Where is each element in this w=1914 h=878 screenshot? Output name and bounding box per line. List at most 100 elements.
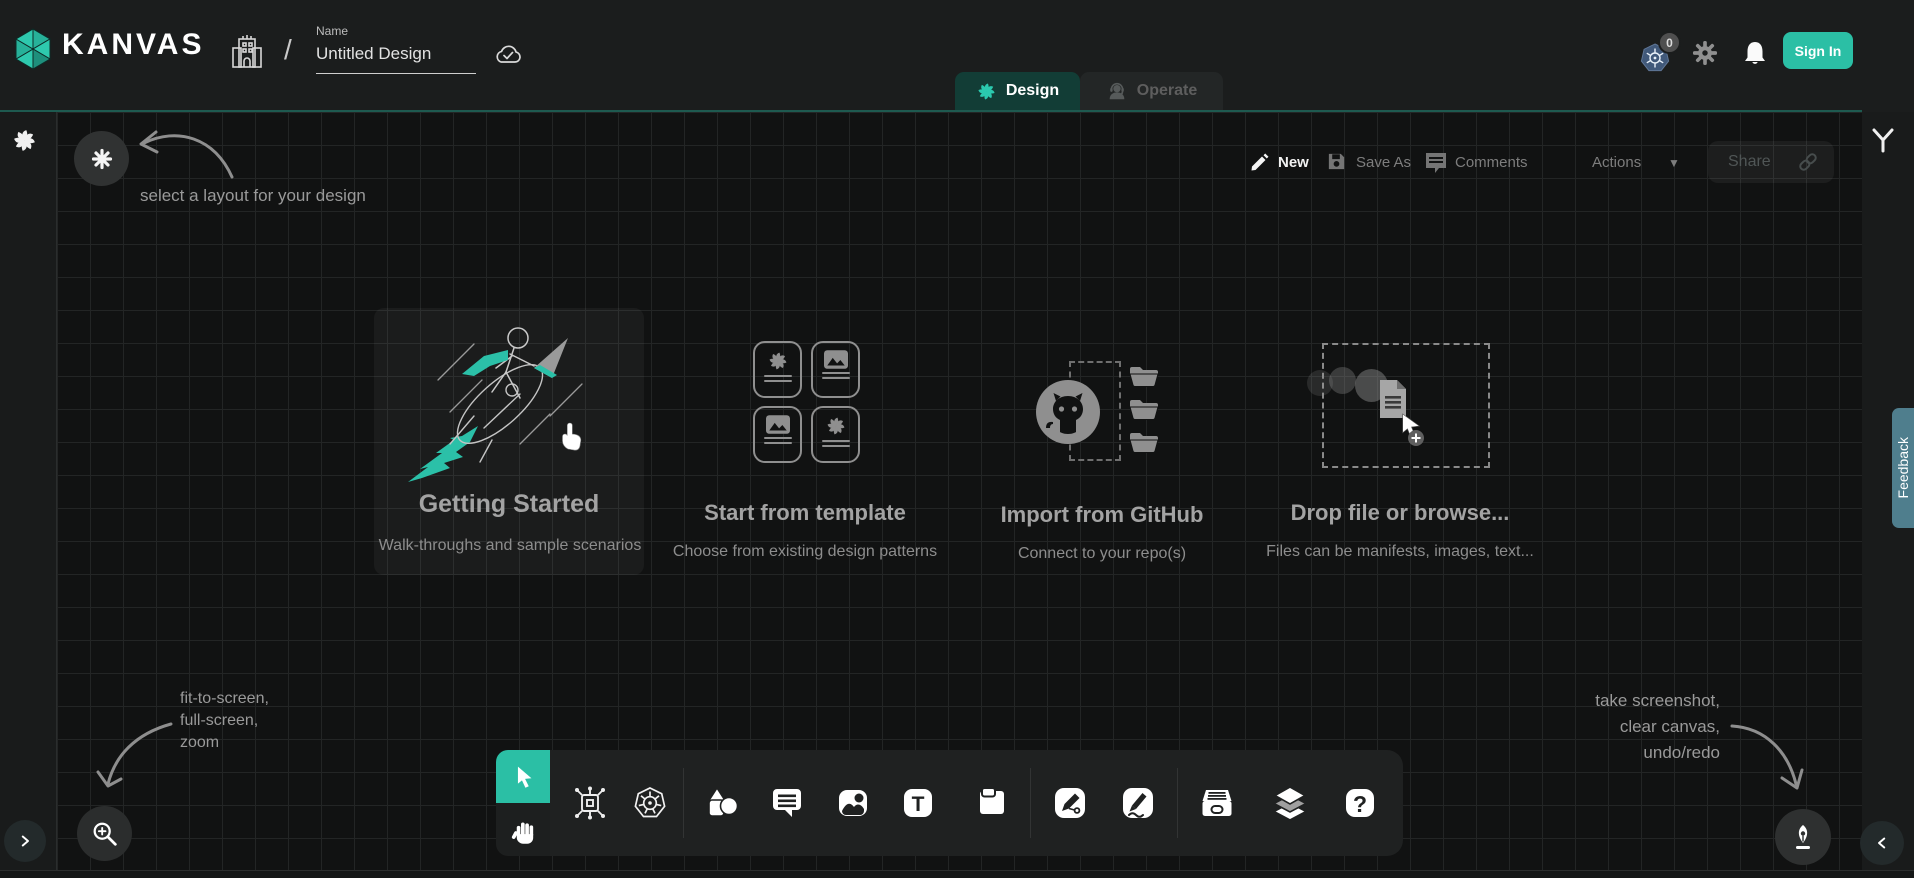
tool-mode-column xyxy=(496,750,550,856)
actions-menu-button[interactable]: Actions xyxy=(1592,154,1641,171)
share-button[interactable]: Share xyxy=(1708,141,1834,183)
canvas-actions-hint-text: take screenshot, clear canvas, undo/redo xyxy=(1520,688,1720,766)
template-spiral-icon xyxy=(767,350,789,372)
rocket-illustration xyxy=(400,316,615,486)
pen-icon xyxy=(1051,784,1089,822)
image-tool[interactable] xyxy=(834,784,872,822)
hand-cursor-icon xyxy=(554,418,584,452)
pan-tool[interactable] xyxy=(496,803,550,856)
new-pencil-icon xyxy=(1249,151,1271,173)
shapes-tool[interactable] xyxy=(703,784,741,822)
plus-badge-icon xyxy=(1408,430,1424,446)
repo-folder-icon xyxy=(1128,430,1160,454)
template-tile xyxy=(753,341,802,398)
toolbar-separator xyxy=(1030,768,1031,838)
components-tool[interactable] xyxy=(571,784,609,822)
design-name-input[interactable] xyxy=(316,44,476,74)
pencil-tool[interactable] xyxy=(1119,784,1157,822)
repo-folder-icon xyxy=(1128,364,1160,388)
kanvas-logo-icon[interactable] xyxy=(10,26,56,72)
tab-design[interactable]: Design xyxy=(955,72,1080,110)
hint-line: zoom xyxy=(180,732,269,754)
sign-in-button[interactable]: Sign In xyxy=(1783,32,1853,69)
new-button[interactable]: New xyxy=(1278,154,1309,171)
operator-headset-icon xyxy=(1106,80,1128,102)
pen-nib-icon xyxy=(1788,823,1818,851)
card-subtitle: Choose from existing design patterns xyxy=(655,543,955,561)
settings-gear-icon[interactable] xyxy=(1692,40,1718,66)
save-as-button[interactable]: Save As xyxy=(1356,154,1411,171)
header: KANVAS / Name De xyxy=(0,0,1914,110)
share-label: Share xyxy=(1728,153,1771,171)
breadcrumb-separator: / xyxy=(284,34,292,66)
comments-bubble-icon xyxy=(1424,151,1448,174)
bottom-toolbar: T xyxy=(550,750,1403,856)
brand-name: KANVAS xyxy=(62,28,204,62)
tab-operate[interactable]: Operate xyxy=(1080,72,1223,110)
pencil-draw-icon xyxy=(1119,784,1157,822)
help-tool[interactable]: ? xyxy=(1341,784,1379,822)
comments-button[interactable]: Comments xyxy=(1455,154,1528,171)
github-octocat-icon xyxy=(1034,378,1102,446)
hint-line: full-screen, xyxy=(180,710,269,732)
zoom-controls-button[interactable] xyxy=(77,806,132,861)
credits-badge[interactable]: 0 xyxy=(1658,31,1681,54)
drawer-tool[interactable] xyxy=(1198,784,1236,822)
comment-bubble-icon xyxy=(768,784,806,822)
help-icon: ? xyxy=(1341,784,1379,822)
select-cursor-icon xyxy=(510,762,537,792)
layout-asterisk-icon xyxy=(90,147,114,171)
hierarchy-y-icon[interactable] xyxy=(1869,126,1897,154)
organization-icon[interactable] xyxy=(230,34,264,70)
left-rail xyxy=(0,112,57,870)
svg-text:?: ? xyxy=(1353,791,1367,817)
meshery-spiral-icon[interactable] xyxy=(11,127,38,154)
layout-select-button[interactable] xyxy=(74,131,129,186)
canvas-actions-button[interactable] xyxy=(1775,809,1831,865)
text-icon: T xyxy=(899,784,937,822)
tab-operate-label: Operate xyxy=(1137,82,1197,100)
cloud-sync-icon xyxy=(492,41,524,67)
pen-tool[interactable] xyxy=(1051,784,1089,822)
card-title: Getting Started xyxy=(374,490,644,519)
collapse-right-panel-button[interactable] xyxy=(1860,821,1904,865)
zoom-hint-arrow xyxy=(95,716,180,801)
template-tile xyxy=(811,341,860,398)
select-tool[interactable] xyxy=(496,750,550,803)
text-tool[interactable]: T xyxy=(899,784,937,822)
zoom-hint-text: fit-to-screen, full-screen, zoom xyxy=(180,688,269,754)
card-title: Start from template xyxy=(655,500,955,526)
layers-icon xyxy=(1271,784,1309,822)
card-title: Drop file or browse... xyxy=(1250,500,1550,526)
note-tool[interactable] xyxy=(973,784,1011,822)
expand-left-panel-button[interactable] xyxy=(4,820,46,862)
save-as-floppy-icon xyxy=(1326,151,1347,172)
kubernetes-tool[interactable] xyxy=(631,784,669,822)
hint-line: undo/redo xyxy=(1520,740,1720,766)
toolbar-separator xyxy=(683,768,684,838)
name-field-label: Name xyxy=(316,24,348,38)
toolbar-separator xyxy=(1177,768,1178,838)
repo-folder-icon xyxy=(1128,397,1160,421)
canvas-actions-hint-arrow xyxy=(1728,712,1808,797)
chevron-right-icon xyxy=(16,832,34,850)
drop-dot xyxy=(1329,367,1356,394)
sticky-note-icon xyxy=(973,784,1011,822)
share-link-icon xyxy=(1796,150,1820,174)
layout-hint-text: select a layout for your design xyxy=(140,186,366,206)
bottom-edge xyxy=(0,870,1914,878)
design-spiral-icon xyxy=(976,81,997,102)
feedback-label: Feedback xyxy=(1895,437,1911,498)
shapes-icon xyxy=(703,784,741,822)
hint-line: clear canvas, xyxy=(1520,714,1720,740)
kanvas-app: KANVAS / Name De xyxy=(0,0,1914,878)
feedback-tab[interactable]: Feedback xyxy=(1892,408,1914,528)
card-subtitle: Connect to your repo(s) xyxy=(952,545,1252,563)
caret-down-icon[interactable]: ▼ xyxy=(1668,156,1680,170)
layers-tool[interactable] xyxy=(1271,784,1309,822)
comment-tool[interactable] xyxy=(768,784,806,822)
notifications-bell-icon[interactable] xyxy=(1743,39,1767,67)
template-image-icon xyxy=(824,350,848,369)
layout-hint-arrow xyxy=(132,115,242,185)
hint-line: fit-to-screen, xyxy=(180,688,269,710)
